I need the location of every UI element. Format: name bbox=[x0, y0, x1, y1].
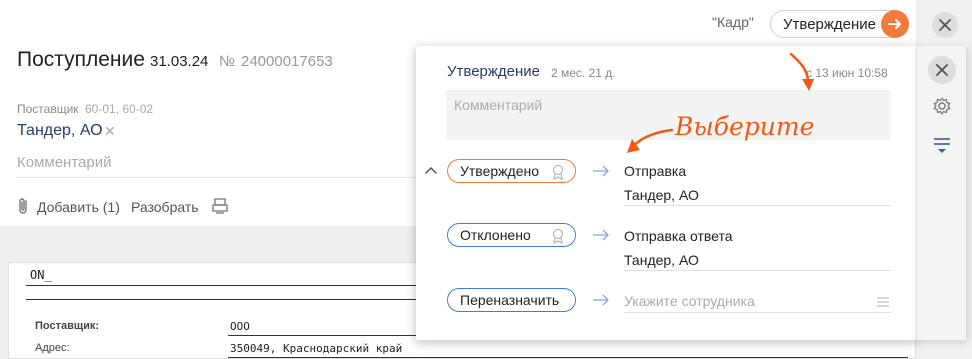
ribbon-icon bbox=[552, 228, 564, 244]
approved-target-recipient[interactable]: Тандер, АО bbox=[624, 187, 699, 203]
chevron-up-icon[interactable] bbox=[424, 165, 438, 175]
employee-field[interactable]: Укажите сотрудника bbox=[624, 293, 755, 309]
rejected-button[interactable]: Отклонено bbox=[447, 223, 576, 247]
list-icon[interactable] bbox=[876, 296, 890, 308]
divider bbox=[624, 312, 891, 313]
arrow-right-icon bbox=[593, 294, 609, 306]
reassign-label: Переназначить bbox=[460, 292, 560, 308]
approved-target-action[interactable]: Отправка bbox=[624, 163, 686, 179]
reassign-button[interactable]: Переназначить bbox=[447, 288, 576, 312]
divider bbox=[624, 270, 891, 271]
approved-label: Утверждено bbox=[460, 163, 539, 179]
divider bbox=[624, 205, 891, 206]
arrow-right-icon bbox=[593, 229, 609, 241]
rejected-target-recipient[interactable]: Тандер, АО bbox=[624, 252, 699, 268]
rejected-label: Отклонено bbox=[460, 227, 531, 243]
approved-button[interactable]: Утверждено bbox=[447, 159, 576, 183]
rejected-target-action[interactable]: Отправка ответа bbox=[624, 228, 733, 244]
arrow-right-icon bbox=[593, 165, 609, 177]
ribbon-icon bbox=[552, 164, 564, 180]
